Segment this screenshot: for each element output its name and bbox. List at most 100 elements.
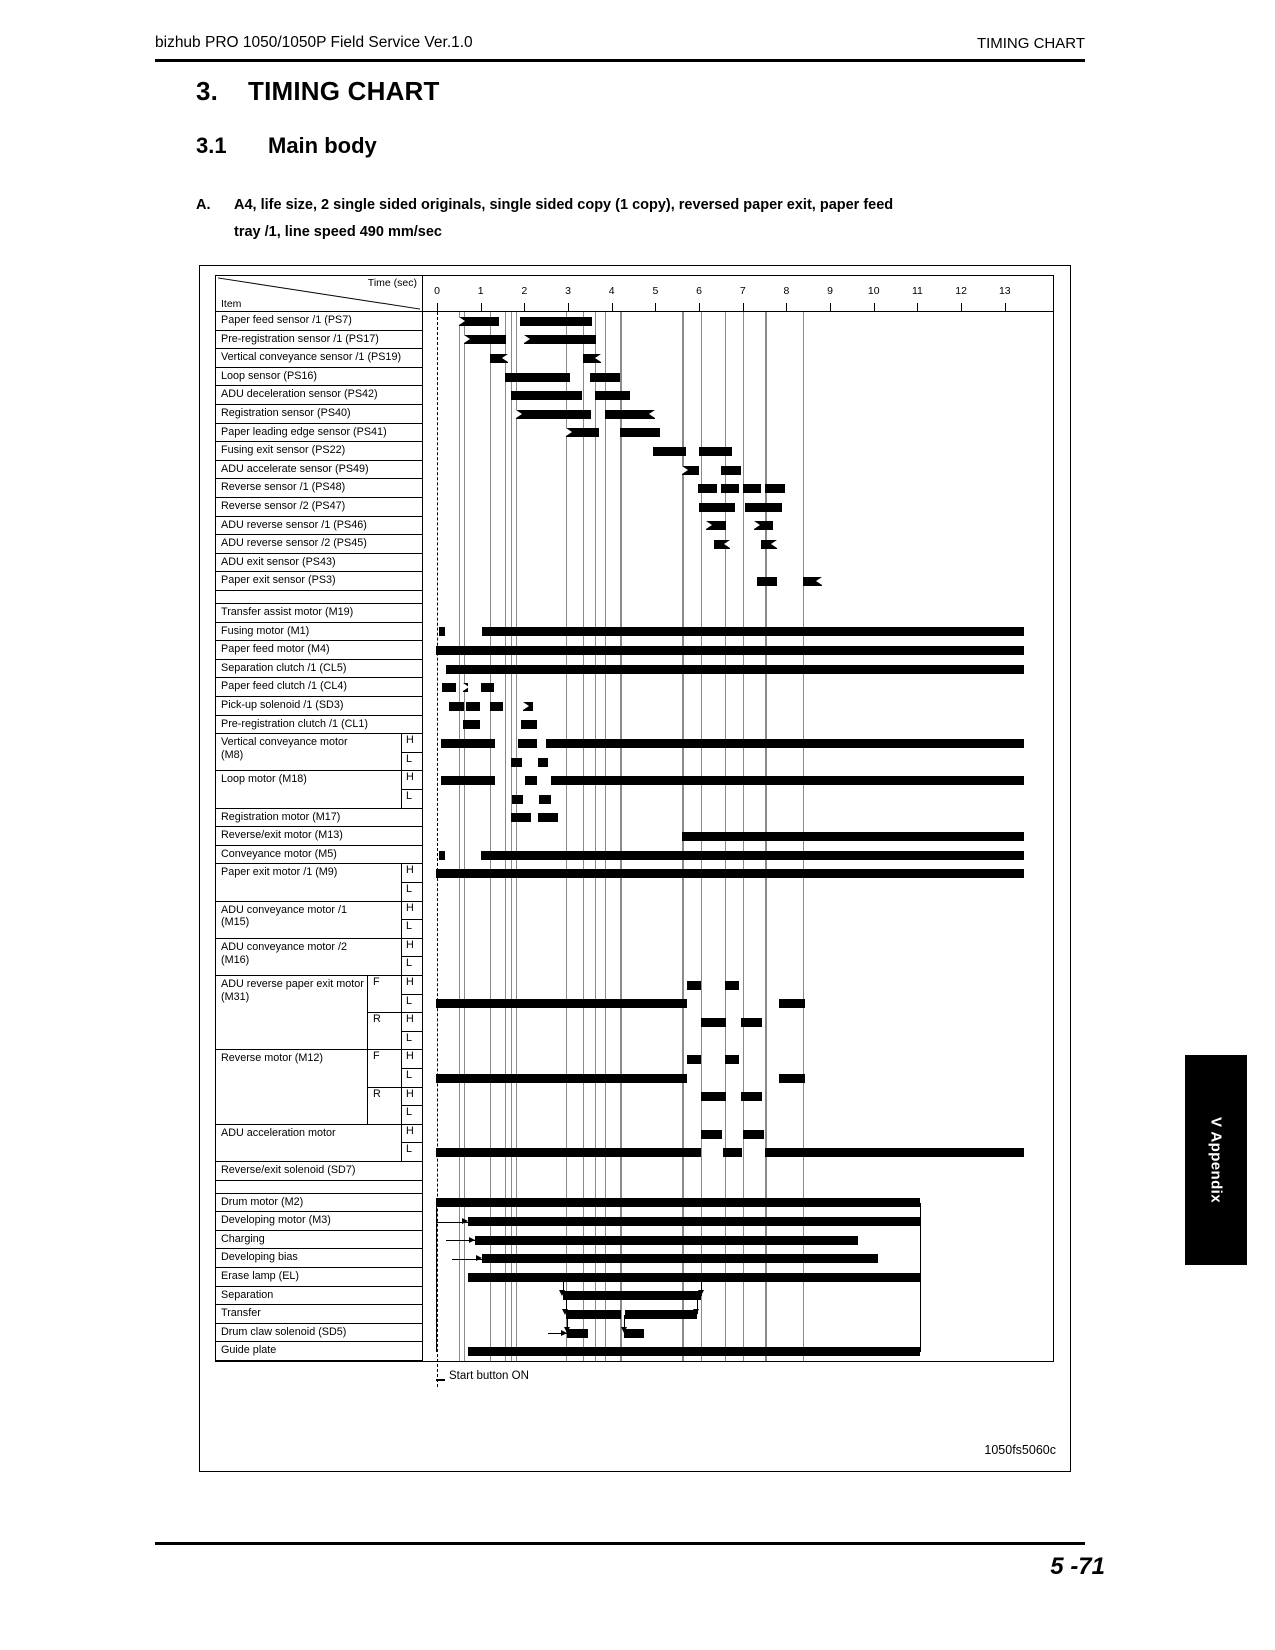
plot-grid-line [423, 535, 1053, 536]
timing-bar [725, 980, 740, 990]
plot-grid-line [423, 660, 1053, 661]
plot-grid-line [423, 368, 1053, 369]
axis-tick-label: 12 [955, 285, 967, 297]
figure-frame: Time (sec) Item Paper feed sensor /1 (PS… [199, 265, 1071, 1472]
row-label: ADU conveyance motor /2 (M16) [216, 938, 423, 976]
row-label: Paper feed clutch /1 (CL4) [216, 678, 423, 697]
row-level-label: L [401, 1031, 423, 1051]
timing-bar [463, 720, 480, 730]
timing-bar [511, 813, 531, 823]
plot-grid-line [423, 716, 1053, 717]
axis-tick-label: 0 [434, 285, 440, 297]
process-block-edge [436, 1202, 438, 1352]
plot-grid-line [423, 1361, 1053, 1362]
timing-bar [624, 1310, 697, 1319]
row-label: Charging [216, 1230, 423, 1250]
plot-grid-line [423, 1287, 1053, 1288]
plot-grid-line [423, 498, 1053, 499]
plot-grid-line [423, 1032, 1053, 1033]
timing-bar [481, 1254, 879, 1264]
plot-grid-line [423, 1050, 1053, 1051]
row-label: Erase lamp (EL) [216, 1268, 423, 1287]
plot-grid-line [423, 461, 1053, 462]
row-label-text: Reverse/exit solenoid (SD7) [221, 1164, 356, 1176]
timing-bar [698, 484, 718, 494]
row-label-text: Fusing motor (M1) [221, 624, 310, 637]
row-direction-label: F [367, 976, 401, 1014]
row-level-label: L [401, 752, 423, 772]
row-label: Developing bias [216, 1249, 423, 1268]
row-label-text: Pre-registration clutch /1 (CL1) [221, 717, 369, 730]
timing-bar [723, 1148, 742, 1158]
timing-bar [765, 1148, 1025, 1158]
timing-bar [546, 739, 1025, 748]
timing-bar [653, 447, 686, 456]
row-label: ADU deceleration sensor (PS42) [216, 386, 423, 405]
row-label: Separation clutch /1 (CL5) [216, 659, 423, 679]
row-label: Transfer [216, 1305, 423, 1324]
row-label: Reverse/exit solenoid (SD7) [216, 1162, 423, 1181]
header-rule [155, 59, 1085, 62]
timing-bar [701, 1129, 722, 1139]
timing-bar [551, 776, 1025, 786]
row-label-text: Developing bias [221, 1251, 298, 1264]
plot-grid-line [423, 1231, 1053, 1232]
row-label: Pick-up solenoid /1 (SD3) [216, 697, 423, 716]
row-label: Paper exit motor /1 (M9) [216, 864, 423, 902]
timing-bar [524, 335, 597, 345]
timing-bar [439, 627, 445, 637]
item-label-column: Time (sec) Item Paper feed sensor /1 (PS… [216, 276, 423, 1361]
timing-bar [521, 720, 537, 730]
axis-tick-mark [437, 303, 438, 311]
condition-line2: tray /1, line speed 490 mm/sec [234, 224, 442, 240]
row-label-text: Registration sensor (PS40) [221, 407, 351, 419]
row-label-text: Erase lamp (EL) [221, 1270, 300, 1282]
connector-arrow-icon [697, 1289, 704, 1296]
plot-grid-line [423, 809, 1053, 810]
row-level-label: H [401, 1050, 423, 1069]
axis-tick-mark [480, 303, 482, 311]
axis-tick-mark [1004, 303, 1006, 311]
row-label: ADU reverse sensor /2 (PS45) [216, 535, 423, 554]
axis-tick-mark [917, 303, 919, 311]
row-direction-label: R [367, 1087, 401, 1125]
axis-tick-mark [655, 303, 657, 311]
timing-bar [511, 757, 523, 767]
row-label: Loop motor (M18) [216, 771, 423, 809]
axis-tick-mark [699, 303, 701, 311]
row-label-text: Separation [221, 1288, 274, 1301]
timing-bar [567, 1328, 588, 1338]
plot-grid-line [423, 1088, 1053, 1089]
bar-lead-notch-icon [515, 409, 522, 418]
row-level-label: H [401, 771, 423, 790]
timing-bar [623, 1328, 645, 1338]
plot-grid-line [423, 442, 1053, 443]
axis-tick-label: 13 [998, 285, 1011, 297]
row-level-label: L [401, 790, 423, 809]
timing-bar [468, 1347, 920, 1357]
item-marker: A. [196, 197, 211, 213]
plot-grid-line [423, 591, 1053, 592]
bar-lead-notch-icon [523, 701, 530, 710]
bar-tail-notch-icon [770, 540, 777, 548]
axis-tick-label: 4 [608, 285, 615, 297]
row-level-label: L [401, 1069, 423, 1088]
row-label-text: Charging [221, 1232, 265, 1245]
row-level-label: L [401, 994, 423, 1014]
subsection-number: 3.1 [196, 133, 227, 158]
plot-grid-line [423, 827, 1053, 828]
row-label-text: Pick-up solenoid /1 (SD3) [221, 699, 344, 711]
timing-bar [458, 316, 499, 326]
row-label-text: Separation clutch /1 (CL5) [221, 661, 347, 674]
plot-grid-line [423, 753, 1053, 754]
timing-bar [439, 850, 445, 860]
timing-bar [512, 794, 524, 804]
row-label: Reverse sensor /2 (PS47) [216, 498, 423, 517]
row-label-text: ADU exit sensor (PS43) [221, 555, 336, 568]
row-level-label: L [401, 883, 423, 902]
bar-lead-notch-icon [705, 521, 712, 530]
row-level-label: H [401, 901, 423, 921]
row-label-text: Paper exit sensor (PS3) [221, 574, 336, 587]
item-column-header: Item [221, 298, 242, 310]
axis-tick-mark [568, 303, 570, 311]
